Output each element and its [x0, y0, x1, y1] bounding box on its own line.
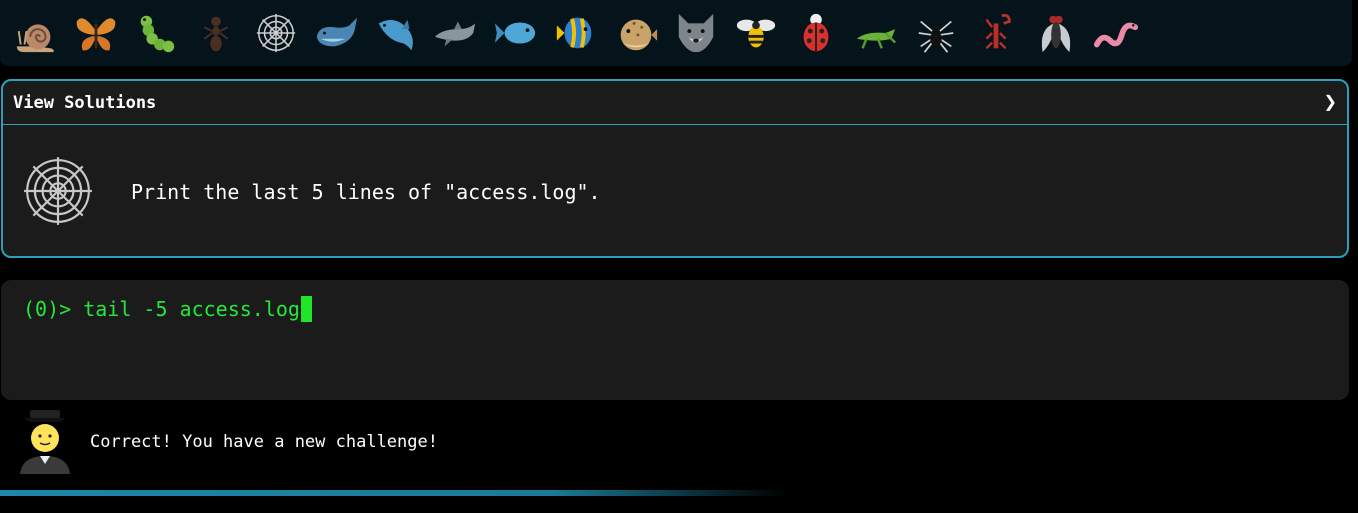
solutions-panel: View Solutions ❯ Print the last 5 lines … [1, 79, 1349, 258]
progress-fill [0, 490, 788, 496]
spider-icon[interactable] [906, 3, 966, 63]
ladybug-icon[interactable] [786, 3, 846, 63]
fish-icon[interactable] [486, 3, 546, 63]
view-solutions-label: View Solutions [13, 92, 157, 113]
worm-icon[interactable] [1086, 3, 1146, 63]
spider-web-icon[interactable] [246, 3, 306, 63]
whale-icon[interactable] [306, 3, 366, 63]
critter-icon-bar [0, 0, 1352, 66]
wolf-icon[interactable] [666, 3, 726, 63]
butterfly-icon[interactable] [66, 3, 126, 63]
terminal-prompt: (0)> [23, 297, 72, 321]
view-solutions-toggle[interactable]: View Solutions ❯ [3, 81, 1347, 125]
spouting-dolphin-icon[interactable] [366, 3, 426, 63]
terminal-cursor [300, 296, 312, 322]
bee-icon[interactable] [726, 3, 786, 63]
caterpillar-icon[interactable] [126, 3, 186, 63]
student-icon [20, 410, 70, 474]
terminal-command[interactable]: tail -5 access.log [83, 297, 300, 321]
chevron-right-icon[interactable]: ❯ [1324, 90, 1337, 115]
cricket-icon[interactable] [846, 3, 906, 63]
snail-icon[interactable] [6, 3, 66, 63]
tropical-fish-icon[interactable] [546, 3, 606, 63]
dolphin-icon[interactable] [426, 3, 486, 63]
progress-bar [0, 490, 1358, 496]
spider-web-icon [24, 157, 92, 225]
status-message: Correct! You have a new challenge! [16, 408, 438, 476]
ant-icon[interactable] [186, 3, 246, 63]
scorpion-icon[interactable] [966, 3, 1026, 63]
challenge-body: Print the last 5 lines of "access.log". [3, 125, 1347, 256]
status-text: Correct! You have a new challenge! [90, 432, 438, 452]
challenge-text: Print the last 5 lines of "access.log". [131, 180, 601, 204]
fly-icon[interactable] [1026, 3, 1086, 63]
blowfish-icon[interactable] [606, 3, 666, 63]
terminal[interactable]: (0)> tail -5 access.log [1, 280, 1349, 400]
terminal-input-line[interactable]: (0)> tail -5 access.log [23, 296, 1327, 322]
